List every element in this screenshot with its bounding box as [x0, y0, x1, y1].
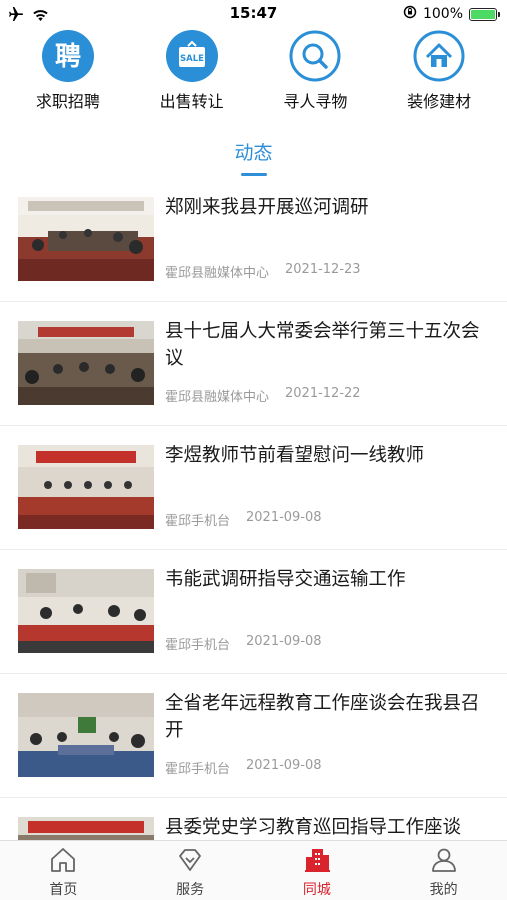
news-source: 霍邱县融媒体中心	[165, 390, 270, 405]
news-list: 郑刚来我县开展巡河调研 霍邱县融媒体中心 2021-12-23 县十七届人大常委…	[0, 178, 507, 840]
news-source: 霍邱手机台	[165, 762, 231, 777]
news-source: 霍邱手机台	[165, 514, 231, 529]
news-meta: 霍邱手机台 2021-09-08	[165, 634, 322, 653]
news-thumbnail	[18, 569, 154, 653]
news-thumbnail	[18, 693, 154, 777]
tab-city[interactable]: 同城	[254, 841, 381, 900]
news-title: 全省老年远程教育工作座谈会在我县召开	[165, 693, 480, 741]
news-meta: 霍邱县融媒体中心 2021-12-23	[165, 262, 361, 281]
news-item[interactable]: 韦能武调研指导交通运输工作 霍邱手机台 2021-09-08	[0, 550, 507, 674]
news-thumbnail	[18, 321, 154, 405]
category-recruit[interactable]: 聘 求职招聘	[13, 30, 123, 114]
news-date: 2021-09-08	[246, 510, 322, 525]
tab-bar: 首页 服务 同城 我的	[0, 840, 507, 900]
news-meta: 霍邱手机台 2021-09-08	[165, 758, 322, 777]
tab-label: 我的	[429, 882, 458, 898]
news-date: 2021-12-22	[285, 386, 361, 401]
category-label: 寻人寻物	[283, 92, 348, 111]
recruit-icon: 聘	[41, 30, 94, 82]
rotation-lock-icon	[403, 5, 417, 23]
news-title: 县委党史学习教育巡回指导工作座谈	[165, 817, 462, 838]
service-tab-icon	[176, 847, 204, 877]
news-date: 2021-09-08	[246, 758, 322, 773]
news-item[interactable]: 县委党史学习教育巡回指导工作座谈	[0, 798, 507, 840]
category-label: 装修建材	[407, 92, 472, 111]
news-thumbnail	[18, 445, 154, 529]
news-date: 2021-09-08	[246, 634, 322, 649]
category-sale[interactable]: SALE 出售转让	[137, 30, 247, 114]
tab-label: 同城	[302, 882, 331, 898]
news-meta: 霍邱县融媒体中心 2021-12-22	[165, 386, 361, 405]
home-icon	[413, 30, 465, 82]
sale-icon: SALE	[165, 30, 218, 82]
category-shortcuts: 聘 求职招聘 SALE 出售转让 寻人寻物 装修建材	[0, 30, 507, 114]
news-source: 霍邱手机台	[165, 638, 231, 653]
tab-profile[interactable]: 我的	[380, 841, 507, 900]
recruit-glyph: 聘	[55, 42, 81, 72]
tab-home[interactable]: 首页	[0, 841, 127, 900]
category-lost-found[interactable]: 寻人寻物	[260, 30, 370, 114]
news-title: 李煜教师节前看望慰问一线教师	[165, 445, 425, 466]
news-source: 霍邱县融媒体中心	[165, 266, 270, 281]
news-meta: 霍邱手机台 2021-09-08	[165, 510, 322, 529]
city-tab-icon	[303, 847, 331, 877]
news-item[interactable]: 县十七届人大常委会举行第三十五次会议 霍邱县融媒体中心 2021-12-22	[0, 302, 507, 426]
news-item[interactable]: 李煜教师节前看望慰问一线教师 霍邱手机台 2021-09-08	[0, 426, 507, 550]
battery-icon	[469, 7, 500, 21]
news-title: 县十七届人大常委会举行第三十五次会议	[165, 321, 480, 369]
profile-tab-icon	[430, 847, 458, 877]
tab-label: 首页	[49, 882, 78, 898]
section-title[interactable]: 动态	[0, 138, 507, 165]
sale-glyph: SALE	[180, 54, 204, 64]
news-item[interactable]: 全省老年远程教育工作座谈会在我县召开 霍邱手机台 2021-09-08	[0, 674, 507, 798]
news-date: 2021-12-23	[285, 262, 361, 277]
news-title: 韦能武调研指导交通运输工作	[165, 569, 406, 590]
category-label: 出售转让	[159, 92, 224, 111]
news-thumbnail	[18, 817, 154, 840]
news-thumbnail	[18, 197, 154, 281]
tab-service[interactable]: 服务	[127, 841, 254, 900]
home-tab-icon	[49, 847, 77, 877]
status-bar: 15:47 100%	[0, 0, 507, 28]
category-decoration[interactable]: 装修建材	[384, 30, 494, 114]
news-title: 郑刚来我县开展巡河调研	[165, 197, 369, 218]
section-underline	[241, 173, 267, 176]
news-item[interactable]: 郑刚来我县开展巡河调研 霍邱县融媒体中心 2021-12-23	[0, 178, 507, 302]
tab-label: 服务	[176, 882, 205, 898]
category-label: 求职招聘	[35, 92, 100, 111]
search-icon	[289, 30, 341, 82]
battery-percent: 100%	[422, 6, 463, 22]
